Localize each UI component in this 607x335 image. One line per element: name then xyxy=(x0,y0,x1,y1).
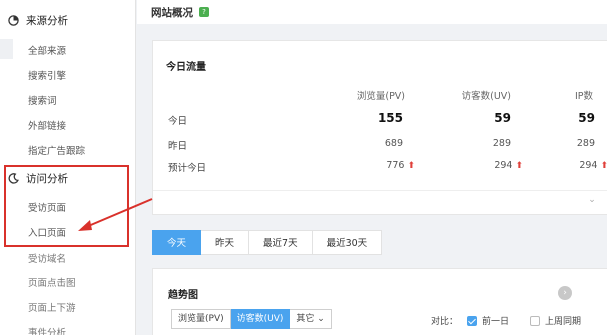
cell-forecast-ip: 294 ⬆ xyxy=(553,160,607,171)
chevron-down-icon[interactable]: ⌄ xyxy=(585,195,599,207)
compare-prev-day-label: 前一日 xyxy=(482,317,510,327)
date-range-tabs: 今天 昨天 最近7天 最近30天 xyxy=(152,230,383,255)
row-label-yesterday: 昨日 xyxy=(168,141,188,152)
sidebar-item-search-engine[interactable]: 搜索引擎 xyxy=(28,68,66,82)
sidebar-item-search-terms[interactable]: 搜索词 xyxy=(28,93,57,107)
cell-yesterday-uv: 289 xyxy=(492,138,511,149)
sidebar-item-page-flow[interactable]: 页面上下游 xyxy=(28,300,76,314)
trend-up-icon: ⬆ xyxy=(600,161,607,171)
column-header-pv: 浏览量(PV) xyxy=(356,91,405,102)
sidebar-section-source[interactable]: 来源分析 xyxy=(0,6,136,34)
page-title: 网站概况 xyxy=(151,6,193,19)
trend-card: 趋势图 › 浏览量(PV) 访客数(UV) 其它 ⌄ 对比： 前一日 上周同期 xyxy=(152,268,607,335)
row-label-forecast: 预计今日 xyxy=(168,163,207,174)
sidebar-item-visited-domains[interactable]: 受访域名 xyxy=(28,251,66,265)
forecast-uv-value: 294 xyxy=(494,160,513,171)
trend-title: 趋势图 xyxy=(168,290,198,301)
sidebar-item-ad-tracking[interactable]: 指定广告跟踪 xyxy=(28,143,85,157)
trend-up-icon: ⬆ xyxy=(407,161,415,171)
tab-last-7-days[interactable]: 最近7天 xyxy=(249,230,313,255)
sidebar-item-external-links[interactable]: 外部链接 xyxy=(28,118,66,132)
tab-yesterday[interactable]: 昨天 xyxy=(201,230,250,255)
today-traffic-title: 今日流量 xyxy=(166,62,206,73)
sidebar-item-event-analysis[interactable]: 事件分析 xyxy=(28,325,66,335)
column-header-ip: IP数 xyxy=(574,91,593,102)
metric-other-dropdown[interactable]: 其它 ⌄ xyxy=(290,309,332,329)
page-header: 网站概况 ? xyxy=(137,0,607,24)
forecast-pv-value: 776 xyxy=(386,160,405,171)
cell-today-ip: 59 xyxy=(578,111,595,125)
column-header-uv: 访客数(UV) xyxy=(461,91,511,102)
cell-yesterday-pv: 689 xyxy=(384,138,403,149)
cell-today-pv: 155 xyxy=(377,111,403,125)
compare-label: 对比： xyxy=(431,317,459,327)
compare-last-week[interactable]: 上周同期 xyxy=(530,314,581,327)
trend-up-icon: ⬆ xyxy=(515,161,523,171)
tab-today[interactable]: 今天 xyxy=(152,230,202,255)
card-divider xyxy=(153,190,607,191)
sidebar-item-click-map[interactable]: 页面点击图 xyxy=(28,275,76,289)
sidebar-item-all-sources[interactable]: 全部来源 xyxy=(28,43,66,57)
pie-chart-icon xyxy=(8,14,19,26)
annotation-highlight-box xyxy=(4,165,129,247)
cell-forecast-pv: 776 ⬆ xyxy=(323,160,415,171)
checkbox-checked-icon[interactable] xyxy=(467,315,477,326)
compare-prev-day[interactable]: 前一日 xyxy=(467,314,509,327)
cell-today-uv: 59 xyxy=(494,111,511,125)
metric-selector: 浏览量(PV) 访客数(UV) 其它 ⌄ xyxy=(171,309,332,329)
metric-uv-button[interactable]: 访客数(UV) xyxy=(230,309,291,329)
checkbox-icon[interactable] xyxy=(530,315,540,326)
chevron-right-icon[interactable]: › xyxy=(558,286,572,300)
sidebar-section-source-label: 来源分析 xyxy=(26,14,68,27)
main-content: 网站概况 ? 今日流量 浏览量(PV) 访客数(UV) IP数 今日 155 5… xyxy=(137,0,607,335)
active-indicator xyxy=(0,39,13,59)
forecast-ip-value: 294 xyxy=(579,160,598,171)
cell-forecast-uv: 294 ⬆ xyxy=(433,160,523,171)
row-label-today: 今日 xyxy=(168,116,188,127)
help-icon[interactable]: ? xyxy=(199,7,209,17)
compare-last-week-label: 上周同期 xyxy=(545,317,582,327)
tab-last-30-days[interactable]: 最近30天 xyxy=(312,230,383,255)
today-traffic-card: 今日流量 浏览量(PV) 访客数(UV) IP数 今日 155 59 59 昨日… xyxy=(152,40,607,215)
metric-pv-button[interactable]: 浏览量(PV) xyxy=(171,309,231,329)
cell-yesterday-ip: 289 xyxy=(576,138,595,149)
